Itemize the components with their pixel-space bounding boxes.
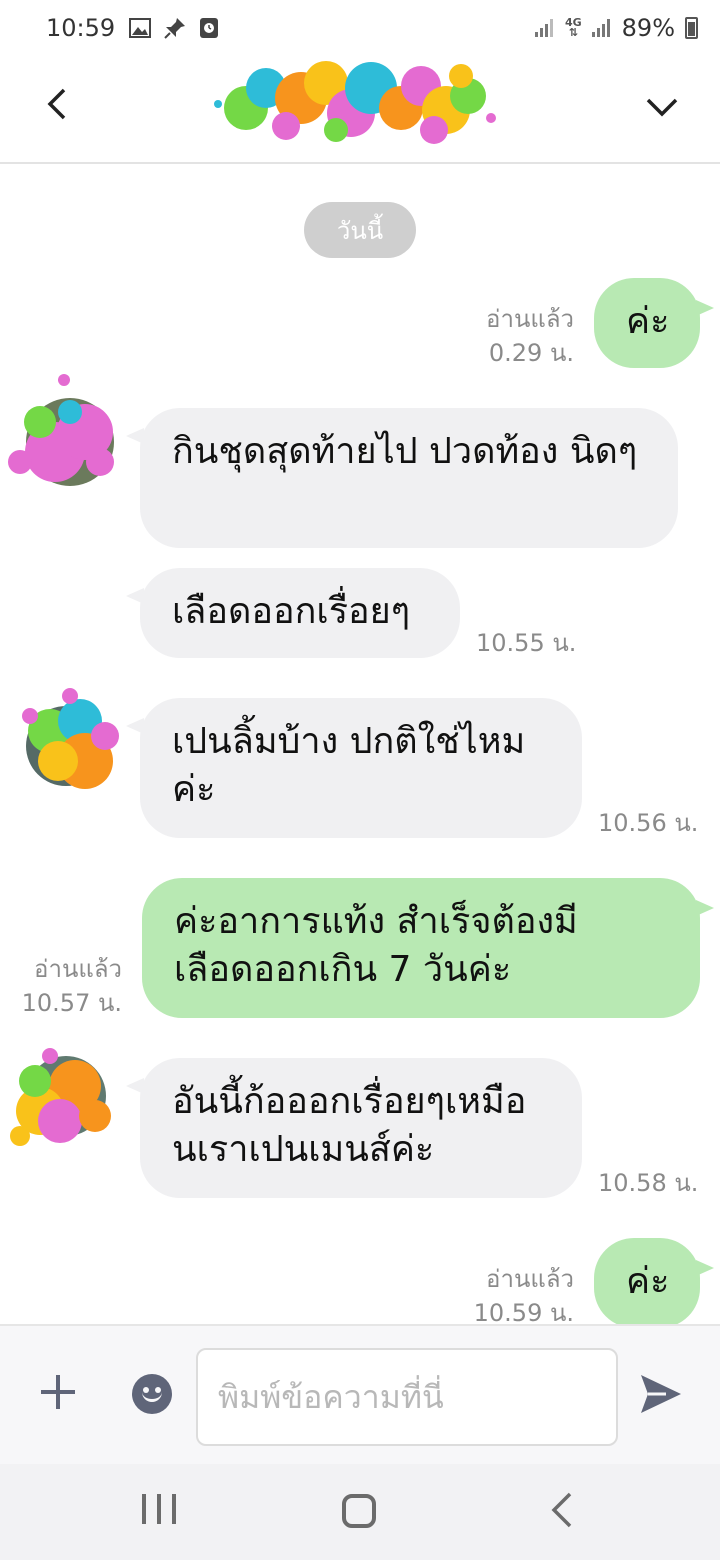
- chat-message-list[interactable]: วันนี้ อ่านแล้ว 0.29 น. ค่ะ กินชุดสุดท้าย…: [0, 166, 720, 1324]
- plus-icon[interactable]: [38, 1372, 78, 1412]
- signal-icon-2: [591, 19, 612, 37]
- incoming-message[interactable]: เปนลิ้มบ้าง ปกติใช่ไหม ค่ะ: [126, 698, 582, 838]
- date-separator: วันนี้: [304, 202, 416, 258]
- battery-icon: [685, 17, 698, 39]
- emoji-icon[interactable]: [132, 1374, 172, 1414]
- system-nav-bar: [0, 1464, 720, 1560]
- network-type: 4G ⇅: [564, 16, 582, 39]
- gallery-icon: [129, 18, 152, 38]
- battery-percent: 89%: [621, 14, 675, 42]
- chat-header: [0, 56, 720, 164]
- message-time: 10.58 น.: [598, 1169, 699, 1197]
- contact-avatar[interactable]: [0, 362, 132, 494]
- message-input[interactable]: [196, 1348, 618, 1446]
- message-time: 10.56 น.: [598, 809, 699, 837]
- read-receipt: อ่านแล้ว 10.57 น.: [21, 955, 122, 1017]
- chevron-down-icon[interactable]: [642, 86, 682, 126]
- incoming-message[interactable]: กินชุดสุดท้ายไป ปวดท้อง นิดๆ: [126, 408, 678, 548]
- outgoing-message[interactable]: ค่ะ: [594, 1238, 714, 1324]
- back-nav-icon[interactable]: [548, 1492, 576, 1528]
- read-receipt: อ่านแล้ว 0.29 น.: [486, 305, 574, 367]
- incoming-message[interactable]: เลือดออกเรื่อยๆ: [126, 568, 460, 658]
- contact-avatar[interactable]: [0, 676, 132, 808]
- recent-apps-icon[interactable]: [142, 1494, 176, 1528]
- signal-icon: [534, 19, 555, 37]
- message-input-bar: [0, 1324, 720, 1464]
- status-time: 10:59: [46, 14, 116, 42]
- contact-avatar[interactable]: [22, 166, 102, 178]
- send-icon[interactable]: [638, 1372, 684, 1416]
- pin-icon: [164, 18, 186, 39]
- contact-name-censor-splash[interactable]: [206, 38, 506, 158]
- chevron-left-icon[interactable]: [38, 84, 78, 124]
- incoming-message[interactable]: อันนี้ก้อออกเรื่อยๆเหมือ นเราเปนเมนส์ค่ะ: [126, 1058, 582, 1198]
- outgoing-message[interactable]: ค่ะอาการแท้ง สำเร็จต้องมี เลือดออกเกิน 7…: [142, 878, 714, 1018]
- home-icon[interactable]: [342, 1494, 376, 1528]
- contact-avatar[interactable]: [0, 1036, 132, 1168]
- outgoing-message[interactable]: ค่ะ: [594, 278, 714, 368]
- clock-icon: [200, 18, 219, 38]
- message-time: 10.55 น.: [476, 629, 577, 657]
- read-receipt: อ่านแล้ว 10.59 น.: [473, 1265, 574, 1324]
